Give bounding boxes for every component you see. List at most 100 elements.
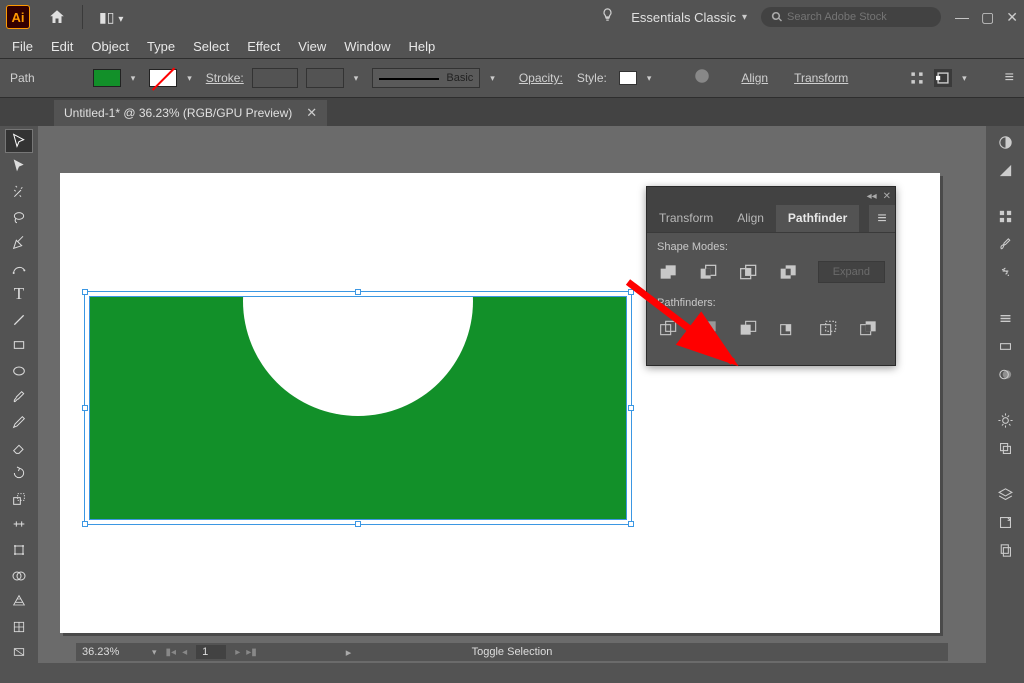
mesh-tool[interactable] [6, 616, 32, 638]
panel-collapse-icon[interactable]: ◂◂ [867, 191, 877, 202]
fill-swatch[interactable] [93, 69, 121, 87]
rotate-tool[interactable] [6, 463, 32, 485]
swatches-panel-icon[interactable] [992, 204, 1018, 228]
panel-menu-icon[interactable]: ≡ [869, 205, 895, 232]
curvature-tool[interactable] [6, 258, 32, 280]
isolate-button[interactable] [908, 69, 926, 87]
selection-tool[interactable] [6, 130, 32, 152]
zoom-level[interactable]: 36.23% [82, 646, 146, 658]
magic-wand-tool[interactable] [6, 181, 32, 203]
stroke-label[interactable]: Stroke: [206, 71, 244, 85]
opacity-label[interactable]: Opacity: [519, 71, 563, 85]
stroke-panel-icon[interactable] [992, 306, 1018, 330]
menu-edit[interactable]: Edit [51, 39, 73, 54]
close-icon[interactable]: ✕ [883, 191, 891, 202]
artboards-panel-icon[interactable] [992, 538, 1018, 562]
crop-button[interactable] [777, 317, 801, 339]
workspace-switcher[interactable]: Essentials Classic [631, 10, 736, 25]
menu-effect[interactable]: Effect [247, 39, 280, 54]
menu-object[interactable]: Object [91, 39, 129, 54]
document-tab[interactable]: Untitled-1* @ 36.23% (RGB/GPU Preview) ✕ [54, 100, 327, 126]
chevron-down-icon[interactable]: ▾ [962, 73, 967, 84]
artboard-nav[interactable]: ▸▸▮ [232, 646, 260, 658]
minus-back-button[interactable] [857, 317, 881, 339]
close-icon[interactable]: ✕ [306, 105, 317, 121]
transform-panel-link[interactable]: Transform [794, 71, 848, 85]
asset-export-icon[interactable] [992, 510, 1018, 534]
transparency-panel-icon[interactable] [992, 362, 1018, 386]
graphic-styles-icon[interactable] [992, 436, 1018, 460]
color-panel-icon[interactable] [992, 130, 1018, 154]
chevron-down-icon[interactable]: ▾ [131, 73, 136, 84]
status-bar: 36.23% ▾ ▮◂◂ 1 ▸▸▮ Toggle Selection ▸ [76, 643, 948, 661]
rectangle-tool[interactable] [6, 335, 32, 357]
control-panel-menu[interactable]: ≡ [1005, 69, 1014, 87]
resize-handle[interactable] [82, 289, 88, 295]
snap-button[interactable] [934, 69, 952, 87]
direct-selection-tool[interactable] [6, 156, 32, 178]
resize-handle[interactable] [355, 289, 361, 295]
outline-button[interactable] [817, 317, 841, 339]
perspective-tool[interactable] [6, 590, 32, 612]
chevron-down-icon[interactable]: ▾ [187, 73, 192, 84]
resize-handle[interactable] [355, 521, 361, 527]
status-play-icon[interactable]: ▸ [346, 646, 352, 659]
brushes-panel-icon[interactable] [992, 232, 1018, 256]
resize-handle[interactable] [628, 405, 634, 411]
color-guide-icon[interactable] [992, 158, 1018, 182]
chevron-down-icon[interactable]: ▾ [490, 73, 495, 84]
search-stock[interactable] [761, 7, 941, 27]
brush-definition-dropdown[interactable]: Basic [372, 68, 480, 88]
pencil-tool[interactable] [6, 411, 32, 433]
panel-layout-button[interactable]: ▮▯ ▾ [93, 7, 129, 28]
line-tool[interactable] [6, 309, 32, 331]
artboard-nav[interactable]: ▮◂◂ [163, 646, 191, 658]
ellipse-tool[interactable] [6, 360, 32, 382]
resize-handle[interactable] [628, 521, 634, 527]
lasso-tool[interactable] [6, 207, 32, 229]
resize-handle[interactable] [82, 405, 88, 411]
resize-handle[interactable] [82, 521, 88, 527]
chevron-down-icon[interactable]: ▾ [152, 647, 157, 658]
free-transform-tool[interactable] [6, 539, 32, 561]
chevron-down-icon[interactable]: ▾ [354, 73, 359, 84]
gradient-tool[interactable] [6, 642, 32, 664]
tab-transform[interactable]: Transform [647, 205, 725, 232]
width-tool[interactable] [6, 514, 32, 536]
symbols-panel-icon[interactable] [992, 260, 1018, 284]
scale-tool[interactable] [6, 488, 32, 510]
appearance-panel-icon[interactable] [992, 408, 1018, 432]
tab-pathfinder[interactable]: Pathfinder [776, 205, 859, 232]
hints-icon[interactable] [600, 7, 615, 27]
chevron-down-icon[interactable]: ▾ [647, 73, 652, 84]
selection-bounding-box[interactable] [84, 291, 632, 525]
exclude-button[interactable] [777, 261, 801, 283]
window-close[interactable]: ✕ [1006, 9, 1018, 26]
artboard-number[interactable]: 1 [196, 645, 226, 659]
menu-help[interactable]: Help [408, 39, 435, 54]
eraser-tool[interactable] [6, 437, 32, 459]
align-panel-link[interactable]: Align [741, 71, 768, 85]
window-maximize[interactable]: ▢ [981, 9, 994, 26]
stroke-swatch[interactable] [149, 69, 177, 87]
menu-select[interactable]: Select [193, 39, 229, 54]
tab-align[interactable]: Align [725, 205, 776, 232]
menu-window[interactable]: Window [344, 39, 390, 54]
paintbrush-tool[interactable] [6, 386, 32, 408]
shape-builder-tool[interactable] [6, 565, 32, 587]
chevron-down-icon[interactable]: ▾ [742, 12, 747, 23]
type-tool[interactable]: T [6, 283, 32, 305]
window-minimize[interactable]: — [955, 9, 969, 26]
gradient-panel-icon[interactable] [992, 334, 1018, 358]
pen-tool[interactable] [6, 232, 32, 254]
menu-type[interactable]: Type [147, 39, 175, 54]
layers-panel-icon[interactable] [992, 482, 1018, 506]
menu-view[interactable]: View [298, 39, 326, 54]
graphic-style-swatch[interactable] [619, 71, 637, 85]
search-input[interactable] [787, 11, 931, 23]
home-button[interactable] [42, 6, 72, 28]
menu-file[interactable]: File [12, 39, 33, 54]
recolor-button[interactable] [693, 67, 711, 90]
stroke-profile-dropdown[interactable] [306, 68, 344, 88]
stroke-width-input[interactable] [252, 68, 298, 88]
